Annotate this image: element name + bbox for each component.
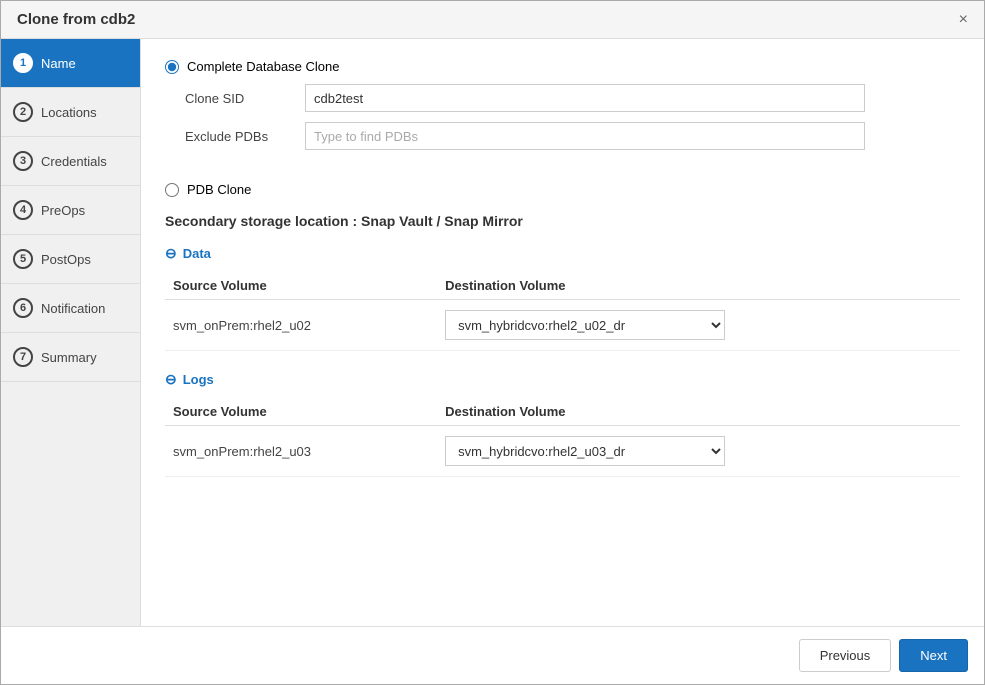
data-section: ⊖ Data Source Volume Destination Volume … bbox=[165, 245, 960, 351]
sidebar-item-label-locations: Locations bbox=[41, 105, 97, 120]
step-number-4: 4 bbox=[13, 200, 33, 220]
logs-collapse-icon: ⊖ bbox=[165, 371, 177, 388]
table-row: svm_onPrem:rhel2_u02 svm_hybridcvo:rhel2… bbox=[165, 300, 960, 351]
data-source-header: Source Volume bbox=[165, 272, 437, 300]
data-section-label: Data bbox=[183, 246, 211, 261]
data-dest-volume-cell: svm_hybridcvo:rhel2_u02_dr bbox=[437, 300, 960, 351]
clone-type-group: Complete Database Clone Clone SID Exclud… bbox=[165, 59, 960, 197]
sidebar-item-credentials[interactable]: 3 Credentials bbox=[1, 137, 140, 186]
exclude-pdbs-input[interactable] bbox=[305, 122, 865, 150]
pdb-clone-radio[interactable] bbox=[165, 183, 179, 197]
secondary-storage-title: Secondary storage location : Snap Vault … bbox=[165, 213, 960, 229]
step-number-2: 2 bbox=[13, 102, 33, 122]
data-collapse-icon: ⊖ bbox=[165, 245, 177, 262]
logs-source-volume: svm_onPrem:rhel2_u03 bbox=[165, 426, 437, 477]
data-section-header[interactable]: ⊖ Data bbox=[165, 245, 960, 262]
logs-dest-header: Destination Volume bbox=[437, 398, 960, 426]
data-dest-volume-select[interactable]: svm_hybridcvo:rhel2_u02_dr bbox=[445, 310, 725, 340]
clone-sid-input[interactable] bbox=[305, 84, 865, 112]
sidebar-item-preops[interactable]: 4 PreOps bbox=[1, 186, 140, 235]
data-source-volume: svm_onPrem:rhel2_u02 bbox=[165, 300, 437, 351]
sidebar-item-label-credentials: Credentials bbox=[41, 154, 107, 169]
logs-dest-volume-cell: svm_hybridcvo:rhel2_u03_dr bbox=[437, 426, 960, 477]
step-number-3: 3 bbox=[13, 151, 33, 171]
table-row: svm_onPrem:rhel2_u03 svm_hybridcvo:rhel2… bbox=[165, 426, 960, 477]
sidebar-item-summary[interactable]: 7 Summary bbox=[1, 333, 140, 382]
next-button[interactable]: Next bbox=[899, 639, 968, 672]
sidebar-item-locations[interactable]: 2 Locations bbox=[1, 88, 140, 137]
clone-dialog: Clone from cdb2 × 1 Name 2 Locations 3 C… bbox=[0, 0, 985, 685]
sidebar-item-label-summary: Summary bbox=[41, 350, 97, 365]
sidebar: 1 Name 2 Locations 3 Credentials 4 PreOp… bbox=[1, 39, 141, 626]
logs-source-header: Source Volume bbox=[165, 398, 437, 426]
complete-clone-row: Complete Database Clone bbox=[165, 59, 960, 74]
dialog-body: 1 Name 2 Locations 3 Credentials 4 PreOp… bbox=[1, 39, 984, 626]
close-button[interactable]: × bbox=[959, 12, 968, 28]
pdb-clone-label[interactable]: PDB Clone bbox=[187, 182, 251, 197]
sidebar-item-notification[interactable]: 6 Notification bbox=[1, 284, 140, 333]
data-dest-header: Destination Volume bbox=[437, 272, 960, 300]
step-number-5: 5 bbox=[13, 249, 33, 269]
clone-form: Clone SID Exclude PDBs bbox=[185, 84, 960, 160]
step-number-7: 7 bbox=[13, 347, 33, 367]
step-number-6: 6 bbox=[13, 298, 33, 318]
dialog-footer: Previous Next bbox=[1, 626, 984, 684]
complete-clone-label[interactable]: Complete Database Clone bbox=[187, 59, 339, 74]
clone-sid-row: Clone SID bbox=[185, 84, 960, 112]
complete-clone-radio[interactable] bbox=[165, 60, 179, 74]
logs-dest-volume-select[interactable]: svm_hybridcvo:rhel2_u03_dr bbox=[445, 436, 725, 466]
logs-table: Source Volume Destination Volume svm_onP… bbox=[165, 398, 960, 477]
sidebar-item-name[interactable]: 1 Name bbox=[1, 39, 140, 88]
logs-section-header[interactable]: ⊖ Logs bbox=[165, 371, 960, 388]
clone-sid-label: Clone SID bbox=[185, 91, 305, 106]
sidebar-item-label-notification: Notification bbox=[41, 301, 105, 316]
logs-table-header-row: Source Volume Destination Volume bbox=[165, 398, 960, 426]
dialog-title: Clone from cdb2 bbox=[17, 11, 135, 28]
sidebar-item-label-name: Name bbox=[41, 56, 76, 71]
pdb-clone-row: PDB Clone bbox=[165, 182, 960, 197]
data-table: Source Volume Destination Volume svm_onP… bbox=[165, 272, 960, 351]
logs-section-label: Logs bbox=[183, 372, 214, 387]
dialog-header: Clone from cdb2 × bbox=[1, 1, 984, 39]
main-content: Complete Database Clone Clone SID Exclud… bbox=[141, 39, 984, 626]
step-number-1: 1 bbox=[13, 53, 33, 73]
sidebar-item-label-preops: PreOps bbox=[41, 203, 85, 218]
data-table-header-row: Source Volume Destination Volume bbox=[165, 272, 960, 300]
previous-button[interactable]: Previous bbox=[799, 639, 892, 672]
sidebar-item-postops[interactable]: 5 PostOps bbox=[1, 235, 140, 284]
exclude-pdbs-label: Exclude PDBs bbox=[185, 129, 305, 144]
logs-section: ⊖ Logs Source Volume Destination Volume … bbox=[165, 371, 960, 477]
sidebar-item-label-postops: PostOps bbox=[41, 252, 91, 267]
exclude-pdbs-row: Exclude PDBs bbox=[185, 122, 960, 150]
